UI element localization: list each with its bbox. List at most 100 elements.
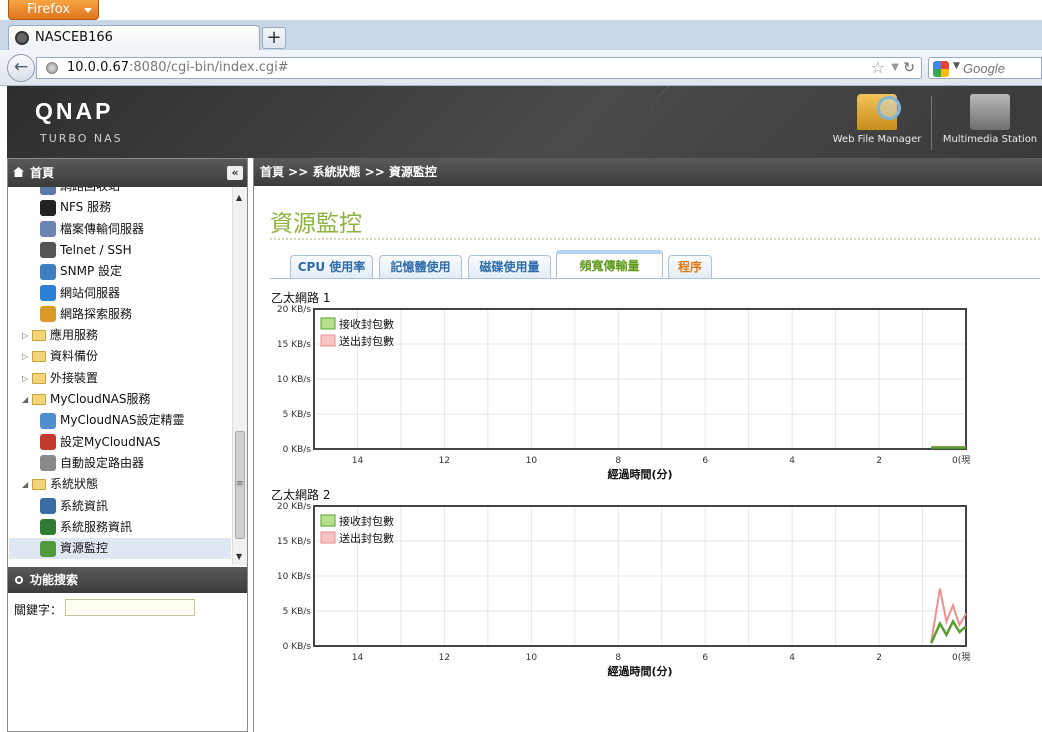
tab-disk-usage[interactable]: 磁碟使用量 bbox=[468, 255, 551, 279]
legend-label-send: 送出封包數 bbox=[339, 334, 394, 348]
folder-icon bbox=[32, 479, 46, 491]
sidebar-header: 首頁 « bbox=[8, 159, 247, 187]
sidebar-item[interactable]: ◢ 系統狀態 bbox=[22, 474, 98, 495]
keyword-label: 關鍵字： bbox=[14, 603, 63, 617]
sidebar-item[interactable]: ▷ 應用服務 bbox=[22, 325, 98, 346]
sidebar-item[interactable]: 網站伺服器 bbox=[40, 283, 120, 304]
tree-expand-icon[interactable]: ▷ bbox=[22, 368, 32, 389]
browser-tab-title: NASCEB166 bbox=[35, 30, 113, 45]
sidebar-item[interactable]: 系統資訊 bbox=[40, 496, 108, 517]
x-tick-label: 0(現在) bbox=[952, 651, 971, 663]
sidebar-item[interactable]: 網路回收站 bbox=[40, 187, 120, 197]
multimedia-station-button[interactable]: Multimedia Station bbox=[941, 94, 1039, 145]
sidebar-scrollbar[interactable]: ▲ ≡ ▼ bbox=[232, 187, 247, 565]
x-axis-label: 經過時間(分) bbox=[607, 664, 672, 677]
film-clapper-icon bbox=[970, 94, 1010, 130]
tab-processes[interactable]: 程序 bbox=[668, 255, 712, 279]
sidebar-item[interactable]: 資源監控 bbox=[9, 538, 231, 560]
legend-label-receive: 接收封包數 bbox=[339, 317, 394, 331]
bookmark-star-icon[interactable]: ☆ bbox=[871, 58, 885, 78]
y-tick-label: 15 KB/s bbox=[277, 537, 311, 547]
snmp-icon bbox=[40, 263, 56, 280]
x-tick-label: 6 bbox=[702, 653, 708, 663]
sidebar-item-label: 自動設定路由器 bbox=[60, 455, 145, 470]
tab-bandwidth[interactable]: 頻寬傳輸量 bbox=[556, 250, 663, 279]
google-icon[interactable] bbox=[933, 61, 949, 77]
sidebar-item[interactable]: 網路探索服務 bbox=[40, 304, 132, 325]
qnap-header: QNAP TURBO NAS Web File Manager Multimed… bbox=[7, 86, 1042, 158]
back-arrow-icon[interactable]: ← bbox=[7, 54, 35, 82]
browser-tab[interactable]: NASCEB166 bbox=[8, 25, 260, 51]
sidebar-item-label: 網路回收站 bbox=[60, 187, 120, 193]
sidebar-item[interactable]: NFS 服務 bbox=[40, 197, 111, 218]
scroll-down-icon[interactable]: ▼ bbox=[236, 552, 242, 561]
page-title: 資源監控 bbox=[270, 211, 362, 237]
search-bar[interactable]: ▼ bbox=[928, 57, 1042, 79]
nav-tree: 網路回收站 NFS 服務檔案傳輸伺服器 Telnet / SSH SNMP 設定網站伺… bbox=[8, 187, 247, 567]
x-tick-label: 4 bbox=[789, 653, 795, 663]
site-identity-globe-icon[interactable] bbox=[46, 62, 58, 74]
sidebar-item[interactable]: Telnet / SSH bbox=[40, 240, 132, 261]
tree-collapse-icon[interactable]: ◢ bbox=[22, 389, 32, 410]
sidebar-title: 首頁 bbox=[30, 166, 55, 180]
x-tick-label: 4 bbox=[789, 456, 795, 466]
web-file-manager-label: Web File Manager bbox=[832, 134, 922, 145]
sidebar-item[interactable]: 檔案傳輸伺服器 bbox=[40, 219, 144, 240]
tree-expand-icon[interactable]: ▷ bbox=[22, 325, 32, 346]
qnap-logo: QNAP bbox=[35, 98, 114, 124]
sidebar-item-label: MyCloudNAS設定精靈 bbox=[60, 413, 185, 428]
sidebar-item[interactable]: 設定MyCloudNAS bbox=[40, 432, 161, 453]
system-info-icon bbox=[40, 498, 56, 514]
y-tick-label: 20 KB/s bbox=[277, 502, 311, 512]
new-tab-button[interactable]: + bbox=[262, 27, 286, 49]
search-input[interactable] bbox=[963, 60, 1041, 76]
sidebar-item[interactable]: 自動設定路由器 bbox=[40, 453, 144, 474]
sidebar-item[interactable]: 系統服務資訊 bbox=[40, 517, 132, 538]
bandwidth-chart-ethernet-2: 乙太網路 2 0 KB/s 5 KB/s 10 KB/s 15 KB/s 20 KB/s 1… bbox=[271, 487, 971, 677]
url-bar[interactable]: 10.0.0.67:8080/cgi-bin/index.cgi# ☆ ▼ ↻ bbox=[36, 57, 922, 79]
y-tick-label: 5 KB/s bbox=[283, 410, 312, 420]
discovery-icon bbox=[40, 306, 56, 323]
sidebar-item-label: 系統資訊 bbox=[60, 498, 109, 513]
folder-magnifier-icon bbox=[857, 94, 901, 130]
sidebar-item-label: 檔案傳輸伺服器 bbox=[60, 221, 145, 236]
tab-memory-usage[interactable]: 記憶體使用 bbox=[379, 255, 462, 279]
url-dropdown-icon[interactable]: ▼ bbox=[891, 58, 899, 78]
x-tick-label: 6 bbox=[702, 456, 708, 466]
url-path: :8080/cgi-bin/index.cgi# bbox=[129, 60, 289, 75]
x-tick-label: 14 bbox=[352, 456, 364, 466]
legend-swatch-receive bbox=[320, 317, 336, 330]
tree-expand-icon[interactable]: ▷ bbox=[22, 346, 32, 367]
tree-collapse-icon[interactable]: ◢ bbox=[22, 474, 32, 495]
x-tick-label: 14 bbox=[352, 653, 364, 663]
y-tick-label: 5 KB/s bbox=[283, 607, 312, 617]
search-engine-dropdown-icon[interactable]: ▼ bbox=[953, 61, 960, 71]
firefox-menu-button[interactable]: Firefox bbox=[8, 0, 99, 20]
sidebar-item-label: 應用服務 bbox=[50, 328, 99, 343]
web-file-manager-button[interactable]: Web File Manager bbox=[831, 94, 923, 145]
x-tick-label: 0(現在) bbox=[952, 454, 971, 466]
search-icon bbox=[15, 576, 23, 584]
legend-swatch-send bbox=[320, 531, 336, 544]
sidebar-item-label: 設定MyCloudNAS bbox=[60, 434, 161, 449]
y-tick-label: 10 KB/s bbox=[277, 572, 311, 582]
sidebar-item-label: 網站伺服器 bbox=[60, 285, 121, 300]
sidebar-item-label: 網路探索服務 bbox=[60, 306, 133, 321]
sidebar-item-label: Telnet / SSH bbox=[60, 242, 132, 257]
title-divider bbox=[270, 238, 1040, 240]
reload-icon[interactable]: ↻ bbox=[903, 58, 915, 78]
y-tick-label: 0 KB/s bbox=[283, 445, 312, 455]
collapse-sidebar-button[interactable]: « bbox=[227, 166, 243, 180]
sidebar-item-label: SNMP 設定 bbox=[60, 264, 122, 279]
tab-cpu-usage[interactable]: CPU 使用率 bbox=[290, 255, 373, 279]
scroll-up-icon[interactable]: ▲ bbox=[236, 193, 242, 202]
x-tick-label: 12 bbox=[439, 653, 450, 663]
keyword-input[interactable] bbox=[65, 599, 195, 616]
sidebar-item[interactable]: ▷ 外接裝置 bbox=[22, 368, 98, 389]
ftp-icon bbox=[40, 221, 56, 238]
sidebar-item[interactable]: SNMP 設定 bbox=[40, 261, 122, 282]
sidebar-item[interactable]: ◢ MyCloudNAS服務 bbox=[22, 389, 151, 410]
chart-title: 乙太網路 1 bbox=[271, 290, 330, 305]
sidebar-item[interactable]: MyCloudNAS設定精靈 bbox=[40, 410, 185, 431]
sidebar-item[interactable]: ▷ 資料備份 bbox=[22, 346, 98, 367]
